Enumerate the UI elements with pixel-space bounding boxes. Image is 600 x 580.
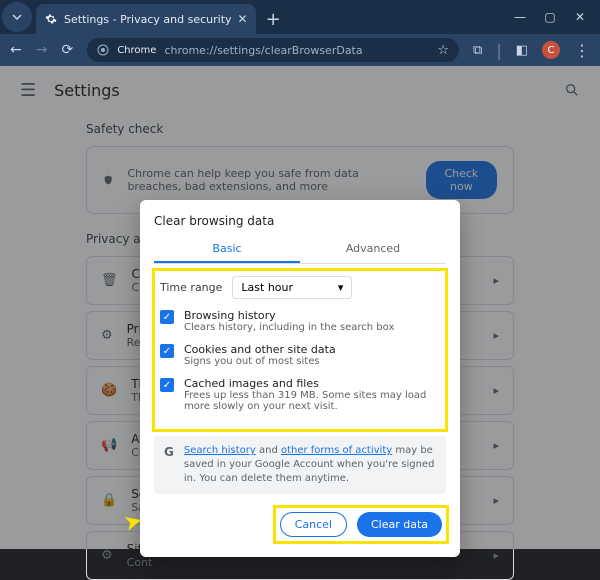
dialog-title: Clear browsing data bbox=[154, 214, 446, 228]
tab-title: Settings - Privacy and security bbox=[64, 13, 232, 26]
window-close-button[interactable]: ✕ bbox=[574, 10, 586, 24]
browser-menu-button[interactable]: ⋮ bbox=[574, 41, 590, 60]
info-box: G Search history and other forms of acti… bbox=[154, 436, 446, 494]
search-history-link[interactable]: Search history bbox=[184, 445, 256, 456]
checkbox-title: Browsing history bbox=[184, 309, 394, 322]
address-bar[interactable]: Chrome chrome://settings/clearBrowserDat… bbox=[87, 38, 459, 62]
checkbox-sub: Clears history, including in the search … bbox=[184, 322, 394, 333]
checkbox-row: ✓ Cookies and other site dataSigns you ou… bbox=[160, 343, 440, 367]
bookmark-icon[interactable]: ☆ bbox=[437, 43, 449, 58]
time-range-select[interactable]: Last hour ▾ bbox=[232, 276, 352, 299]
extensions-icon[interactable]: ⧉ bbox=[473, 43, 482, 58]
gear-icon bbox=[44, 12, 58, 26]
highlight-region: Time range Last hour ▾ ✓ Browsing history… bbox=[154, 270, 446, 430]
sidepanel-icon[interactable]: ◧ bbox=[516, 43, 528, 58]
clear-browsing-data-dialog: Clear browsing data Basic Advanced Time … bbox=[140, 200, 460, 557]
cancel-button[interactable]: Cancel bbox=[280, 512, 347, 537]
dropdown-icon: ▾ bbox=[338, 281, 344, 294]
chrome-icon bbox=[97, 44, 109, 56]
checkbox[interactable]: ✓ bbox=[160, 310, 174, 324]
window-titlebar: Settings - Privacy and security ✕ + — ▢ … bbox=[0, 0, 600, 34]
clear-data-button[interactable]: Clear data bbox=[357, 512, 442, 537]
new-tab-button[interactable]: + bbox=[256, 9, 291, 34]
checkbox-sub: Frees up less than 319 MB. Some sites ma… bbox=[184, 390, 440, 412]
checkbox-title: Cached images and files bbox=[184, 377, 440, 390]
row-sub: Cont bbox=[127, 556, 153, 569]
profile-avatar[interactable]: C bbox=[542, 41, 560, 59]
chevron-down-icon bbox=[12, 12, 22, 22]
time-range-value: Last hour bbox=[241, 281, 293, 294]
checkbox-title: Cookies and other site data bbox=[184, 343, 336, 356]
time-range-label: Time range bbox=[160, 281, 222, 294]
tab-search-button[interactable] bbox=[2, 2, 32, 32]
forward-button[interactable]: → bbox=[36, 42, 48, 58]
omnibox-url: chrome://settings/clearBrowserData bbox=[164, 44, 429, 57]
browser-tab[interactable]: Settings - Privacy and security ✕ bbox=[36, 4, 256, 34]
checkbox[interactable]: ✓ bbox=[160, 344, 174, 358]
checkbox-row: ✓ Cached images and filesFrees up less th… bbox=[160, 377, 440, 412]
button-highlight: Cancel Clear data bbox=[276, 508, 446, 541]
checkbox-sub: Signs you out of most sites bbox=[184, 356, 336, 367]
dialog-tabs: Basic Advanced bbox=[154, 236, 446, 264]
checkbox[interactable]: ✓ bbox=[160, 378, 174, 392]
tab-advanced[interactable]: Advanced bbox=[300, 236, 446, 263]
google-icon: G bbox=[164, 444, 174, 486]
reload-button[interactable]: ⟳ bbox=[61, 42, 73, 58]
omnibox-chip: Chrome bbox=[117, 45, 156, 56]
tab-basic[interactable]: Basic bbox=[154, 236, 300, 263]
checkbox-row: ✓ Browsing historyClears history, includi… bbox=[160, 309, 440, 333]
other-activity-link[interactable]: other forms of activity bbox=[281, 445, 392, 456]
back-button[interactable]: ← bbox=[10, 42, 22, 58]
chevron-right-icon: ▸ bbox=[493, 549, 499, 562]
window-minimize-button[interactable]: — bbox=[514, 10, 526, 24]
browser-toolbar: ← → ⟳ Chrome chrome://settings/clearBrow… bbox=[0, 34, 600, 66]
tab-close-button[interactable]: ✕ bbox=[238, 12, 248, 26]
row-icon: ⚙ bbox=[101, 548, 113, 563]
window-maximize-button[interactable]: ▢ bbox=[544, 10, 556, 24]
